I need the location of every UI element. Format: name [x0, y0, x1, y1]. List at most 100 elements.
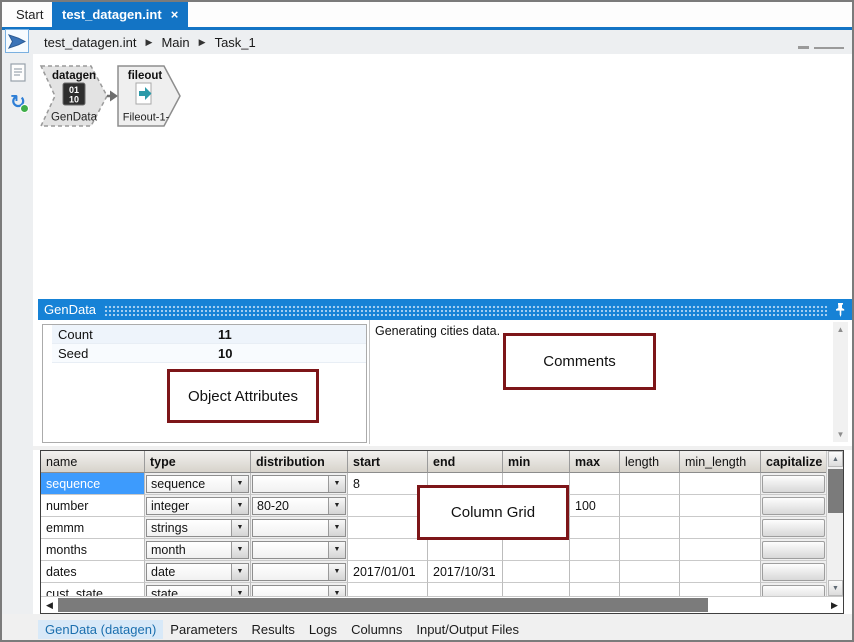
- scroll-down-icon[interactable]: ▼: [828, 580, 843, 596]
- attribute-row[interactable]: Seed 10: [52, 344, 366, 363]
- column-header-name[interactable]: name: [41, 451, 145, 473]
- cell-min-length[interactable]: [680, 517, 761, 539]
- distribution-dropdown[interactable]: ▼: [251, 583, 348, 596]
- capitalize-button[interactable]: [762, 563, 825, 581]
- dropdown-arrow-icon[interactable]: ▼: [328, 476, 345, 492]
- comments-scrollbar[interactable]: ▲ ▼: [833, 322, 848, 442]
- type-dropdown[interactable]: date▼: [145, 561, 251, 583]
- cell-max[interactable]: 100: [570, 495, 620, 517]
- refresh-history-icon[interactable]: ↻: [7, 90, 29, 114]
- scroll-left-icon[interactable]: ◀: [41, 597, 58, 613]
- cell-max[interactable]: [570, 583, 620, 596]
- cell-max[interactable]: [570, 473, 620, 495]
- cell-name[interactable]: months: [41, 539, 145, 561]
- cell-min-length[interactable]: [680, 473, 761, 495]
- distribution-dropdown[interactable]: 80-20▼: [251, 495, 348, 517]
- dropdown-arrow-icon[interactable]: ▼: [231, 520, 248, 536]
- grid-vertical-scrollbar[interactable]: ▲ ▼: [826, 451, 843, 596]
- type-dropdown[interactable]: integer▼: [145, 495, 251, 517]
- cell-length[interactable]: [620, 473, 680, 495]
- distribution-dropdown[interactable]: ▼: [251, 473, 348, 495]
- scroll-down-icon[interactable]: ▼: [833, 427, 848, 442]
- cell-length[interactable]: [620, 561, 680, 583]
- cell-length[interactable]: [620, 495, 680, 517]
- node-datagen[interactable]: datagen 01 10 GenData: [41, 66, 107, 126]
- column-header-min[interactable]: min: [503, 451, 570, 473]
- column-header-max[interactable]: max: [570, 451, 620, 473]
- distribution-dropdown[interactable]: ▼: [251, 561, 348, 583]
- type-dropdown[interactable]: state▼: [145, 583, 251, 596]
- cell-start[interactable]: [348, 539, 428, 561]
- column-header-start[interactable]: start: [348, 451, 428, 473]
- scroll-up-icon[interactable]: ▲: [833, 322, 848, 337]
- cell-start[interactable]: 2017/01/01: [348, 561, 428, 583]
- cell-name[interactable]: sequence: [41, 473, 145, 495]
- column-header-distribution[interactable]: distribution: [251, 451, 348, 473]
- breadcrumb-item-file[interactable]: test_datagen.int: [44, 35, 137, 50]
- flow-canvas[interactable]: datagen 01 10 GenData fileout: [33, 54, 852, 292]
- capitalize-button[interactable]: [762, 519, 825, 537]
- capitalize-button[interactable]: [762, 585, 825, 597]
- document-icon[interactable]: [7, 61, 29, 83]
- dropdown-arrow-icon[interactable]: ▼: [328, 520, 345, 536]
- tab-start[interactable]: Start: [2, 2, 57, 27]
- capitalize-button[interactable]: [762, 497, 825, 515]
- cell-length[interactable]: [620, 583, 680, 596]
- tab-parameters[interactable]: Parameters: [163, 620, 244, 639]
- scroll-up-icon[interactable]: ▲: [828, 451, 843, 467]
- comments-text[interactable]: Generating cities data.: [375, 324, 500, 338]
- breadcrumb-item-task[interactable]: Task_1: [215, 35, 256, 50]
- cell-name[interactable]: cust_state: [41, 583, 145, 596]
- distribution-dropdown[interactable]: ▼: [251, 539, 348, 561]
- cell-max[interactable]: [570, 561, 620, 583]
- splitter-handle[interactable]: [798, 46, 844, 50]
- column-header-end[interactable]: end: [428, 451, 503, 473]
- cell-max[interactable]: [570, 517, 620, 539]
- pin-icon[interactable]: [828, 303, 852, 317]
- dropdown-arrow-icon[interactable]: ▼: [328, 586, 345, 597]
- cell-min-length[interactable]: [680, 583, 761, 596]
- type-dropdown[interactable]: strings▼: [145, 517, 251, 539]
- distribution-dropdown[interactable]: ▼: [251, 517, 348, 539]
- breadcrumb-item-main[interactable]: Main: [161, 35, 189, 50]
- cell-start[interactable]: [348, 495, 428, 517]
- gendata-panel-header[interactable]: GenData: [38, 299, 852, 320]
- tab-gendata-datagen[interactable]: GenData (datagen): [38, 620, 163, 639]
- scrollbar-thumb[interactable]: [58, 598, 708, 612]
- cell-min-length[interactable]: [680, 495, 761, 517]
- dropdown-arrow-icon[interactable]: ▼: [328, 542, 345, 558]
- attribute-row[interactable]: Count 11: [52, 325, 366, 344]
- dropdown-arrow-icon[interactable]: ▼: [231, 498, 248, 514]
- cell-end[interactable]: [428, 583, 503, 596]
- column-header-type[interactable]: type: [145, 451, 251, 473]
- grid-horizontal-scrollbar[interactable]: ◀ ▶: [41, 596, 843, 613]
- tab-logs[interactable]: Logs: [302, 620, 344, 639]
- cell-end[interactable]: 2017/10/31: [428, 561, 503, 583]
- attribute-value[interactable]: 10: [218, 346, 232, 361]
- column-header-capitalize[interactable]: capitalize: [761, 451, 827, 473]
- tab-columns[interactable]: Columns: [344, 620, 409, 639]
- tab-input-output-files[interactable]: Input/Output Files: [409, 620, 526, 639]
- run-button[interactable]: [5, 29, 29, 53]
- cell-min[interactable]: [503, 561, 570, 583]
- dropdown-arrow-icon[interactable]: ▼: [231, 564, 248, 580]
- dropdown-arrow-icon[interactable]: ▼: [328, 564, 345, 580]
- tab-test-datagen[interactable]: test_datagen.int ×: [52, 2, 188, 27]
- cell-name[interactable]: number: [41, 495, 145, 517]
- column-header-min-length[interactable]: min_length: [680, 451, 761, 473]
- cell-start[interactable]: [348, 583, 428, 596]
- cell-min[interactable]: [503, 583, 570, 596]
- dropdown-arrow-icon[interactable]: ▼: [231, 586, 248, 597]
- dropdown-arrow-icon[interactable]: ▼: [231, 476, 248, 492]
- cell-name[interactable]: dates: [41, 561, 145, 583]
- cell-length[interactable]: [620, 539, 680, 561]
- cell-end[interactable]: [428, 539, 503, 561]
- cell-name[interactable]: emmm: [41, 517, 145, 539]
- type-dropdown[interactable]: sequence▼: [145, 473, 251, 495]
- dropdown-arrow-icon[interactable]: ▼: [231, 542, 248, 558]
- column-header-length[interactable]: length: [620, 451, 680, 473]
- cell-min[interactable]: [503, 539, 570, 561]
- type-dropdown[interactable]: month▼: [145, 539, 251, 561]
- capitalize-button[interactable]: [762, 541, 825, 559]
- dropdown-arrow-icon[interactable]: ▼: [328, 498, 345, 514]
